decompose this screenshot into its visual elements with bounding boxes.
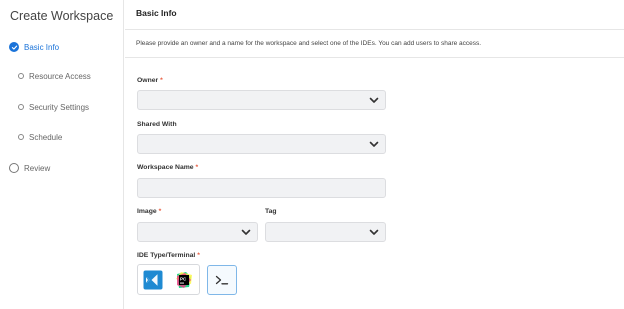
step-schedule[interactable]: Schedule [18, 128, 62, 146]
circle-icon [18, 104, 24, 110]
wizard-title: Create Workspace [10, 9, 114, 23]
main-panel: Basic Info Please provide an owner and a… [125, 0, 624, 309]
workspace-name-label-text: Workspace Name [137, 164, 194, 171]
ide-option-pycharm[interactable]: PC [169, 265, 199, 295]
step-resource-access[interactable]: Resource Access [18, 67, 91, 85]
tag-label-text: Tag [265, 208, 277, 215]
image-label: Image * [137, 208, 161, 215]
chevron-down-icon [369, 229, 379, 235]
workspace-name-label: Workspace Name * [137, 164, 198, 171]
terminal-icon [215, 275, 229, 285]
owner-label-text: Owner [137, 77, 159, 84]
chevron-down-icon [369, 141, 379, 147]
circle-icon [9, 163, 19, 173]
required-marker: * [195, 164, 199, 171]
ide-type-label-text: IDE Type/Terminal [137, 252, 196, 259]
check-circle-icon [9, 42, 19, 52]
step-basic-info[interactable]: Basic Info [9, 38, 59, 56]
step-label: Review [24, 163, 51, 173]
ide-option-vscode[interactable] [138, 265, 168, 295]
section-title: Basic Info [136, 8, 177, 18]
shared-with-label-text: Shared With [137, 121, 177, 128]
image-label-text: Image [137, 208, 157, 215]
shared-with-label: Shared With [137, 121, 177, 128]
required-marker: * [197, 252, 200, 259]
vscode-icon [143, 270, 163, 290]
chevron-down-icon [369, 97, 379, 103]
tag-select[interactable] [265, 222, 386, 242]
section-description: Please provide an owner and a name for t… [136, 40, 482, 47]
description-bar: Please provide an owner and a name for t… [125, 31, 624, 58]
circle-icon [18, 134, 24, 140]
ide-type-label: IDE Type/Terminal * [137, 252, 200, 259]
required-marker: * [158, 208, 162, 215]
step-label: Security Settings [29, 102, 90, 112]
step-label: Resource Access [29, 71, 91, 81]
step-label: Basic Info [24, 42, 60, 52]
tag-label: Tag [265, 208, 277, 215]
chevron-down-icon [241, 229, 251, 235]
shared-with-select[interactable] [137, 134, 386, 154]
step-security-settings[interactable]: Security Settings [18, 98, 89, 116]
section-header: Basic Info [125, 0, 624, 30]
required-marker: * [160, 77, 163, 84]
owner-label: Owner * [137, 77, 163, 84]
svg-text:PC: PC [180, 277, 187, 282]
wizard-sidebar: Create Workspace Basic Info Resource Acc… [0, 0, 124, 309]
step-label: Schedule [29, 132, 63, 142]
step-review[interactable]: Review [9, 159, 50, 177]
workspace-name-input[interactable] [137, 178, 386, 198]
owner-select[interactable] [137, 90, 386, 110]
ide-option-terminal[interactable] [207, 265, 237, 295]
circle-icon [18, 73, 24, 79]
pycharm-icon: PC [176, 272, 192, 288]
image-select[interactable] [137, 222, 258, 242]
